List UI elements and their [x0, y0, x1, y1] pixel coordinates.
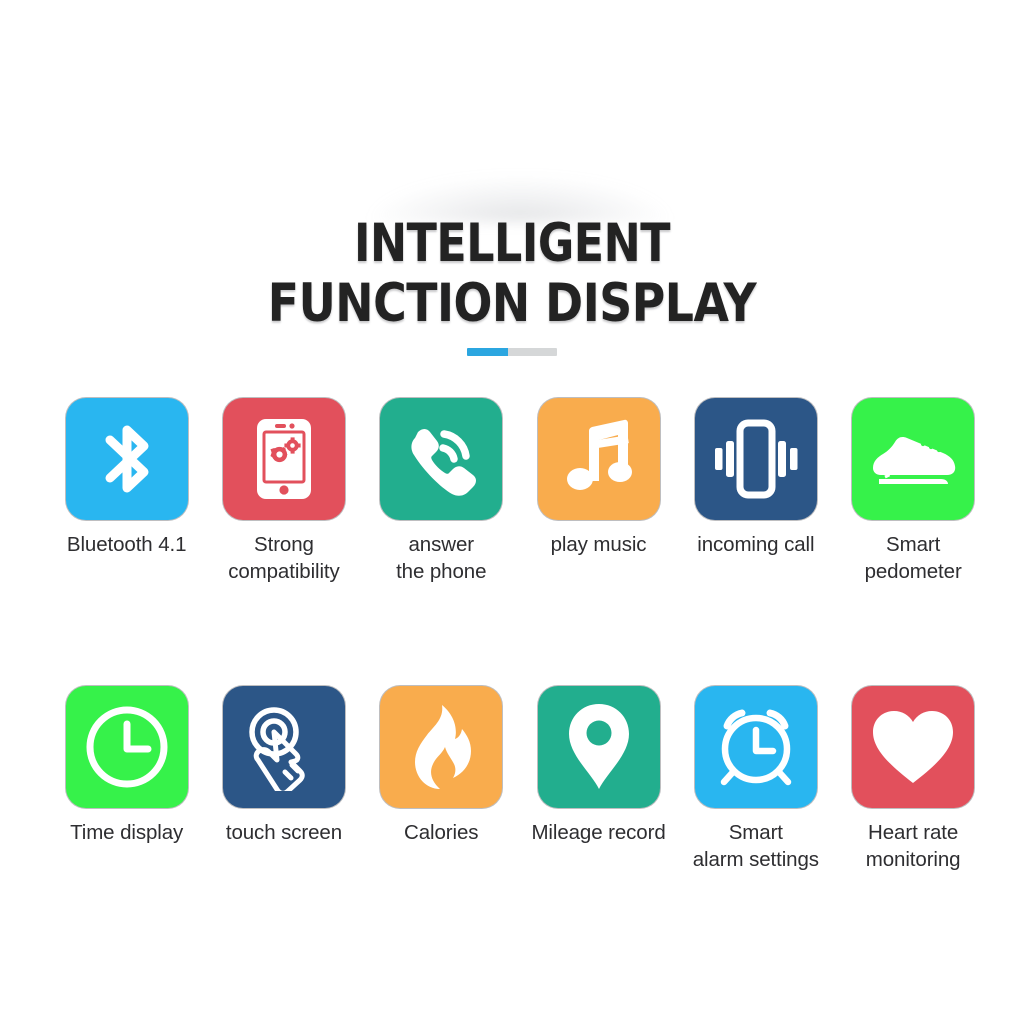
feature-label: touch screen	[225, 821, 343, 844]
feature-label: Smart alarm settings	[692, 821, 819, 871]
feature-item-mileage[interactable]: Mileage record	[520, 686, 677, 873]
feature-label: answer the phone	[396, 533, 487, 583]
music-note-icon	[563, 419, 635, 499]
page-title: INTELLIGENT FUNCTION DISPLAY	[0, 214, 1024, 334]
feature-label: Calories	[404, 821, 479, 844]
flame-icon	[408, 703, 474, 791]
feature-tile[interactable]	[694, 398, 817, 520]
feature-item-alarm[interactable]: Smart alarm settings	[677, 686, 834, 873]
feature-item-pedometer[interactable]: Smart pedometer	[834, 398, 991, 585]
heart-icon	[871, 709, 955, 785]
feature-tile[interactable]	[222, 686, 345, 808]
page-title-line-2: FUNCTION DISPLAY	[267, 273, 757, 334]
divider-muted-segment	[507, 348, 557, 356]
feature-tile[interactable]	[852, 398, 975, 520]
feature-item-touch-screen[interactable]: touch screen	[205, 686, 362, 873]
divider-accent-segment	[467, 348, 508, 356]
feature-item-play-music[interactable]: play music	[520, 398, 677, 585]
feature-tile[interactable]	[65, 686, 188, 808]
handset-signal-icon	[400, 418, 482, 500]
feature-grid: Bluetooth 4.1 Strong compatibility answe…	[48, 398, 992, 873]
feature-item-heart-rate[interactable]: Heart rate monitoring	[834, 686, 991, 873]
feature-row-2: Time display touch screen Calories Milea…	[48, 686, 992, 873]
feature-label: Strong compatibility	[228, 533, 340, 583]
feature-tile[interactable]	[222, 398, 345, 520]
tap-hand-icon	[240, 703, 328, 791]
phone-gears-icon	[255, 417, 313, 501]
feature-row-1: Bluetooth 4.1 Strong compatibility answe…	[48, 398, 992, 585]
feature-label: Mileage record	[531, 821, 666, 844]
feature-label: play music	[550, 533, 647, 556]
map-pin-icon	[564, 702, 634, 792]
feature-label: Time display	[70, 821, 184, 844]
vibrating-phone-icon	[709, 419, 803, 499]
feature-label: Smart pedometer	[864, 533, 962, 583]
feature-item-time-display[interactable]: Time display	[48, 686, 205, 873]
feature-tile[interactable]	[380, 398, 503, 520]
feature-label: Bluetooth 4.1	[66, 533, 187, 556]
alarm-clock-icon	[711, 702, 801, 792]
feature-tile[interactable]	[537, 398, 660, 520]
feature-tile[interactable]	[537, 686, 660, 808]
feature-item-calories[interactable]: Calories	[363, 686, 520, 873]
feature-item-bluetooth[interactable]: Bluetooth 4.1	[48, 398, 205, 585]
feature-tile[interactable]	[694, 686, 817, 808]
running-shoe-icon	[865, 424, 961, 494]
feature-label: Heart rate monitoring	[865, 821, 961, 871]
feature-item-answer-phone[interactable]: answer the phone	[363, 398, 520, 585]
feature-item-incoming-call[interactable]: incoming call	[677, 398, 834, 585]
promo-banner: INTELLIGENT FUNCTION DISPLAY Bluetooth 4…	[0, 0, 1024, 1024]
feature-item-compatibility[interactable]: Strong compatibility	[205, 398, 362, 585]
feature-tile[interactable]	[852, 686, 975, 808]
feature-label: incoming call	[697, 533, 815, 556]
page-title-line-1: INTELLIGENT	[353, 213, 671, 274]
title-divider	[467, 348, 557, 356]
clock-icon	[84, 704, 170, 790]
feature-tile[interactable]	[380, 686, 503, 808]
bluetooth-icon	[90, 420, 164, 498]
feature-tile[interactable]	[65, 398, 188, 520]
